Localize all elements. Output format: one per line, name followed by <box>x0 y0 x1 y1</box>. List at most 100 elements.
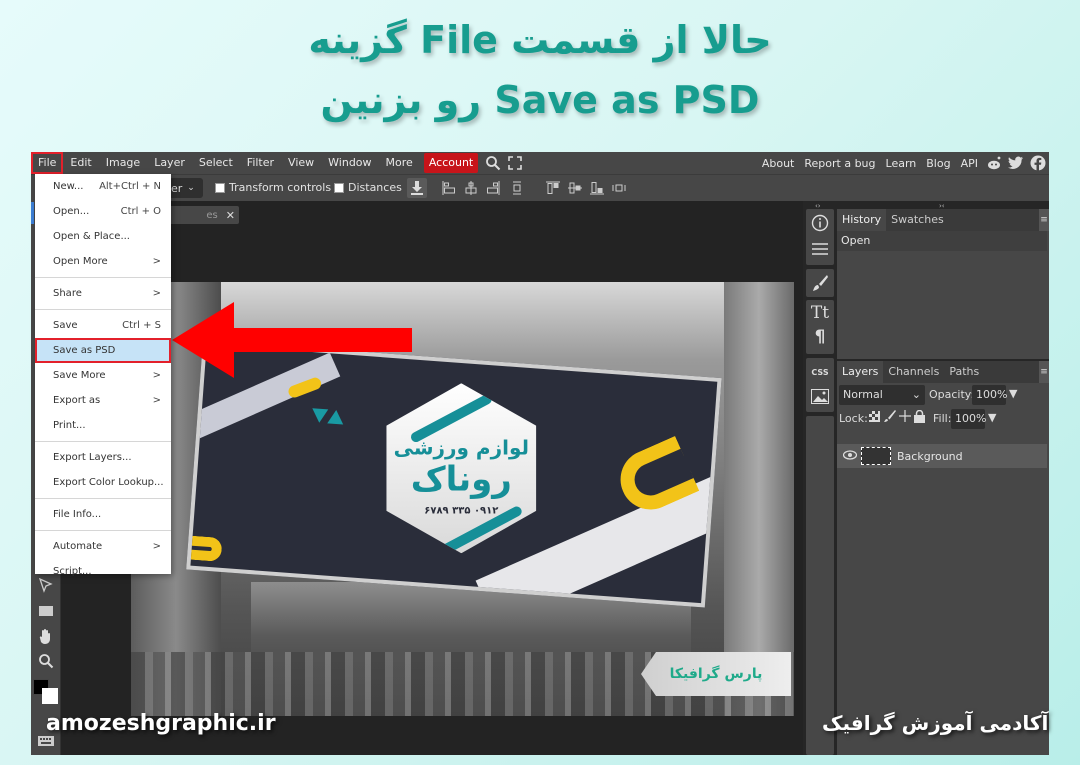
menu-item-export-layers[interactable]: Export Layers... <box>35 445 171 470</box>
menu-item-save-more[interactable]: Save More > <box>35 363 171 388</box>
hand-tool-icon[interactable] <box>36 626 56 646</box>
info-icon[interactable] <box>810 213 830 233</box>
reddit-icon[interactable] <box>983 152 1005 174</box>
lock-pixels-icon[interactable] <box>884 410 896 425</box>
fullscreen-icon[interactable] <box>504 152 526 174</box>
about-link[interactable]: About <box>757 157 800 170</box>
text-icon[interactable]: Tt <box>810 303 830 323</box>
menu-item-label: File Info... <box>53 509 102 520</box>
menu-item-label: Export Layers... <box>53 452 132 463</box>
image-icon[interactable] <box>810 386 830 406</box>
eye-icon[interactable] <box>842 449 858 463</box>
tab-paths[interactable]: Paths <box>944 361 984 383</box>
menu-item-export-color-lookup[interactable]: Export Color Lookup... <box>35 470 171 495</box>
search-icon[interactable] <box>482 152 504 174</box>
tab-channels[interactable]: Channels <box>883 361 944 383</box>
layer-row[interactable]: Background <box>837 444 1047 468</box>
menu-item-script[interactable]: Script... <box>35 559 171 584</box>
menu-item-save[interactable]: Save Ctrl + S <box>35 313 171 338</box>
menu-select[interactable]: Select <box>192 152 240 174</box>
opacity-dropdown-icon[interactable]: ▼ <box>1009 387 1017 400</box>
fill-dropdown-icon[interactable]: ▼ <box>988 411 996 424</box>
menu-item-open-place[interactable]: Open & Place... <box>35 224 171 249</box>
menu-item-open[interactable]: Open... Ctrl + O <box>35 199 171 224</box>
menu-item-print[interactable]: Print... <box>35 413 171 438</box>
download-icon[interactable] <box>407 178 427 198</box>
align-center-h-icon[interactable] <box>461 178 481 198</box>
canvas-workspace[interactable]: es ✕ لوازم ورزشی روناک ۰۹۱۲ ۳۳۵ ۶۷۸۹ پار… <box>61 201 803 755</box>
blog-link[interactable]: Blog <box>921 157 955 170</box>
menu-item-label: Print... <box>53 420 86 431</box>
menu-file[interactable]: File <box>31 152 64 174</box>
watermark-url: amozeshgraphic.ir <box>46 711 276 736</box>
align-bottom-icon[interactable] <box>587 178 607 198</box>
menu-item-new[interactable]: New... Alt+Ctrl + N <box>35 174 171 199</box>
background-color[interactable] <box>42 688 58 704</box>
fill-input[interactable]: 100% <box>951 409 986 429</box>
shortcut-label: Ctrl + S <box>122 320 161 331</box>
menu-item-open-more[interactable]: Open More > <box>35 249 171 274</box>
menu-divider <box>35 277 171 278</box>
distribute-v-icon[interactable] <box>507 178 527 198</box>
close-icon[interactable]: ✕ <box>226 209 235 222</box>
report-bug-link[interactable]: Report a bug <box>799 157 880 170</box>
lock-all-icon[interactable] <box>914 409 925 426</box>
learn-link[interactable]: Learn <box>881 157 922 170</box>
menu-item-share[interactable]: Share > <box>35 281 171 306</box>
instruction-banner: حالا از قسمت File گزینه Save as PSD رو ب… <box>0 0 1080 150</box>
distribute-h-icon[interactable] <box>609 178 629 198</box>
menu-filter[interactable]: Filter <box>240 152 281 174</box>
menu-view[interactable]: View <box>281 152 321 174</box>
lock-transparency-icon[interactable] <box>869 411 880 425</box>
align-top-icon[interactable] <box>543 178 563 198</box>
triangle-shape <box>327 409 345 425</box>
menu-item-automate[interactable]: Automate > <box>35 534 171 559</box>
menu-item-label: Script... <box>53 566 92 577</box>
history-item[interactable]: Open <box>837 231 1047 251</box>
chevron-right-icon: > <box>152 541 161 552</box>
checkbox-box[interactable] <box>334 182 344 193</box>
brush-icon[interactable] <box>810 273 830 293</box>
blend-mode-value: Normal <box>843 388 883 401</box>
color-swatches[interactable] <box>33 679 61 709</box>
facebook-icon[interactable] <box>1027 152 1049 174</box>
banner-line-1: حالا از قسمت File گزینه <box>308 18 772 62</box>
selection-indicator <box>31 202 34 224</box>
transform-controls-checkbox[interactable]: Transform controls <box>215 181 331 194</box>
twitter-icon[interactable] <box>1005 152 1027 174</box>
menu-edit[interactable]: Edit <box>63 152 98 174</box>
css-icon[interactable]: CSS <box>810 362 830 382</box>
panel-menu-icon[interactable]: ≡ <box>1039 209 1049 231</box>
checkbox-box[interactable] <box>215 182 225 193</box>
menu-item-export-as[interactable]: Export as > <box>35 388 171 413</box>
zoom-tool-icon[interactable] <box>36 651 56 671</box>
menu-window[interactable]: Window <box>321 152 378 174</box>
layers-panel: Layers Channels Paths ≡ Normal ⌄ Opacity:… <box>837 361 1049 755</box>
menu-layer[interactable]: Layer <box>147 152 192 174</box>
align-left-icon[interactable] <box>439 178 459 198</box>
rectangle-tool-icon[interactable] <box>36 601 56 621</box>
menu-image[interactable]: Image <box>99 152 147 174</box>
icon-group: CSS <box>806 358 834 412</box>
align-middle-icon[interactable] <box>565 178 585 198</box>
menu-more[interactable]: More <box>379 152 420 174</box>
tab-history[interactable]: History <box>837 209 887 231</box>
paragraph-icon[interactable]: ¶ <box>810 327 830 347</box>
api-link[interactable]: API <box>956 157 983 170</box>
account-button[interactable]: Account <box>423 153 479 173</box>
menu-divider <box>35 530 171 531</box>
opacity-input[interactable]: 100% <box>972 385 1007 405</box>
align-right-icon[interactable] <box>483 178 503 198</box>
menu-item-file-info[interactable]: File Info... <box>35 502 171 527</box>
autoselect-dropdown[interactable]: er ⌄ <box>169 178 203 198</box>
distances-checkbox[interactable]: Distances <box>334 181 402 194</box>
panel-menu-icon[interactable]: ≡ <box>1039 361 1049 383</box>
document-tab[interactable]: es ✕ <box>169 206 239 224</box>
tab-swatches[interactable]: Swatches <box>886 209 949 231</box>
tab-layers[interactable]: Layers <box>837 361 884 383</box>
lock-position-icon[interactable] <box>899 410 911 425</box>
blend-mode-select[interactable]: Normal ⌄ <box>839 385 925 405</box>
menu-item-save-as-psd[interactable]: Save as PSD <box>35 338 171 363</box>
menu-divider <box>35 498 171 499</box>
adjustments-icon[interactable] <box>810 239 830 259</box>
